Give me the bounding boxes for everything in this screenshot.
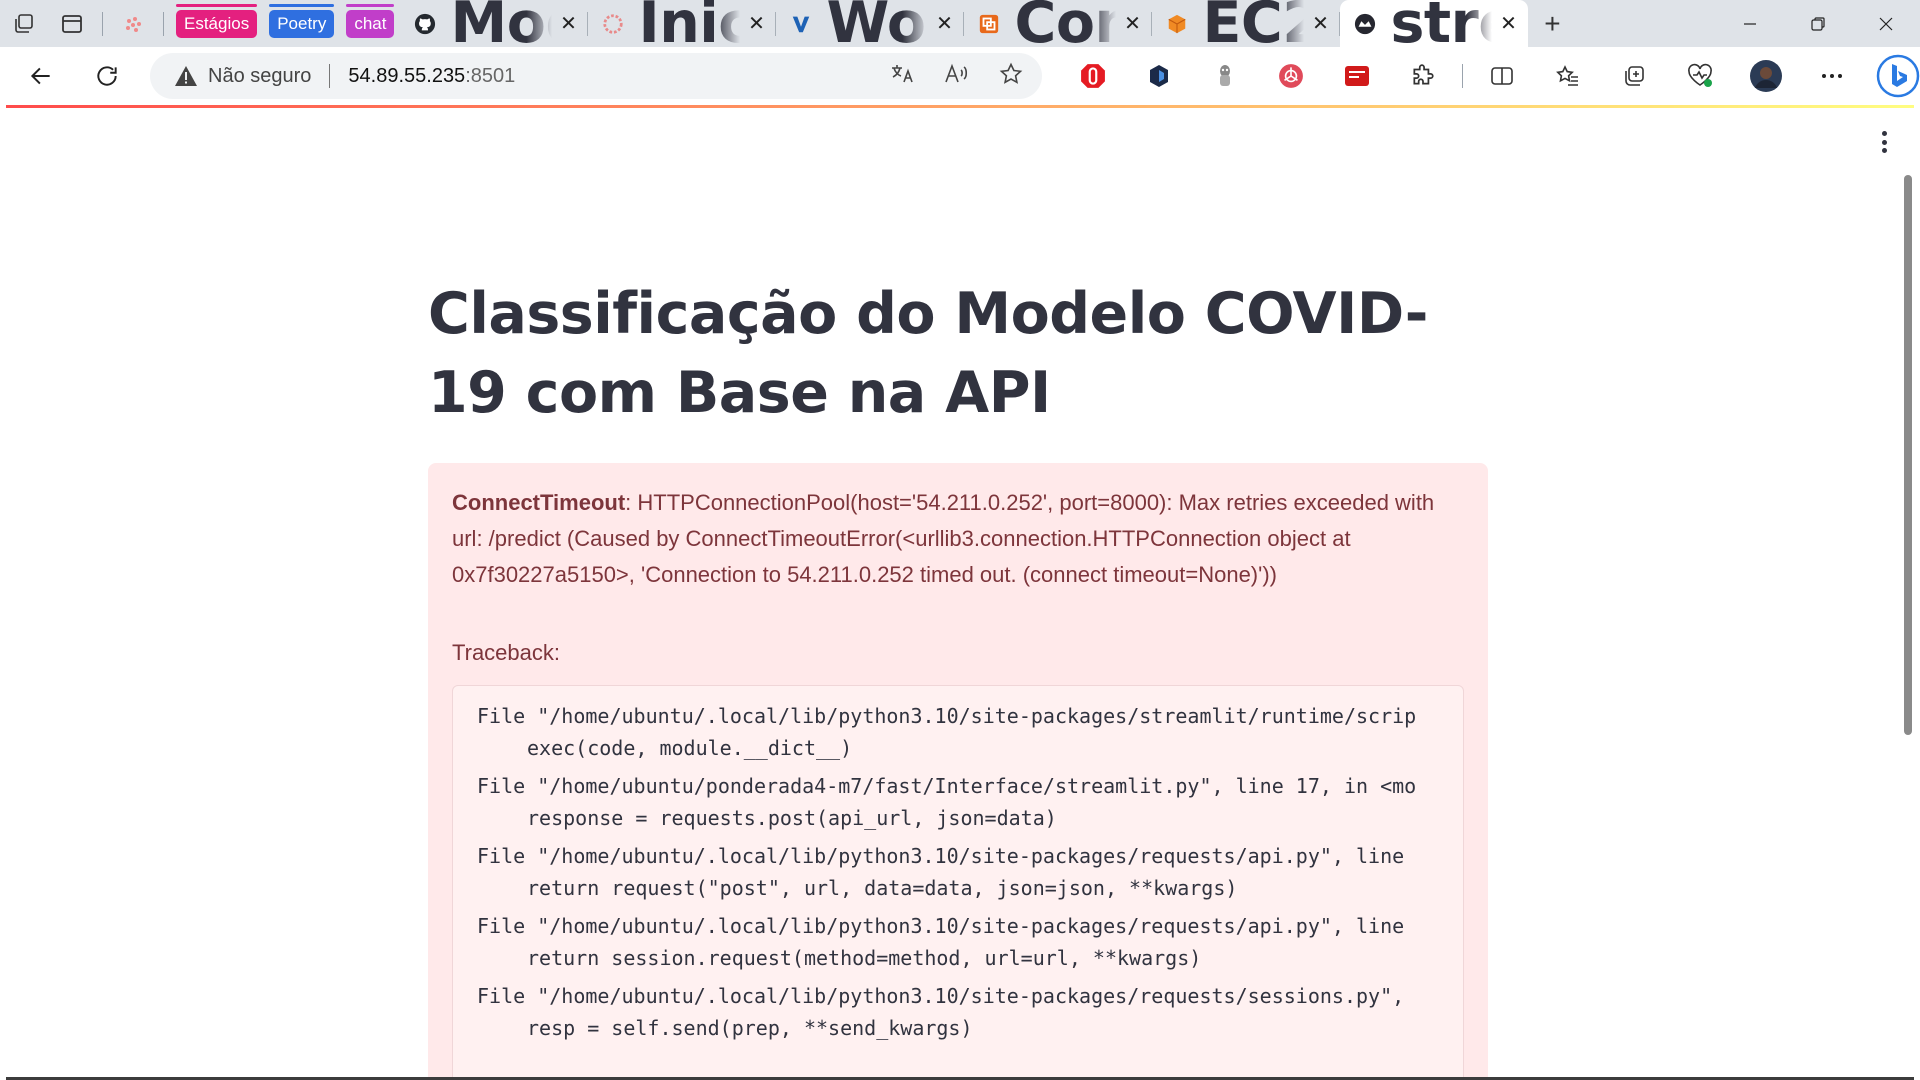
tab-group-label[interactable]: Poetry <box>269 9 335 38</box>
close-tab-icon[interactable]: ✕ <box>1310 13 1330 35</box>
security-status[interactable]: Não seguro <box>208 65 311 88</box>
bing-copilot-icon[interactable] <box>1865 47 1920 105</box>
address-bar[interactable]: Não seguro 54.89.55.235:8501 <box>150 53 1042 99</box>
translate-icon[interactable] <box>890 62 916 91</box>
frame-location: File "/home/ubuntu/.local/lib/python3.10… <box>477 844 1405 868</box>
minimize-icon[interactable] <box>1716 0 1784 47</box>
bitwarden-icon[interactable] <box>1126 47 1192 105</box>
workspaces-icon[interactable] <box>0 0 48 47</box>
url-port: :8501 <box>465 64 516 87</box>
adblock-icon[interactable] <box>1060 47 1126 105</box>
extension-figure-icon[interactable] <box>1192 47 1258 105</box>
traceback-frame: File "/home/ubuntu/.local/lib/python3.10… <box>477 980 1463 1044</box>
url-text[interactable]: 54.89.55.235:8501 <box>348 65 515 88</box>
tab-separator <box>102 11 103 36</box>
close-window-icon[interactable] <box>1852 0 1920 47</box>
main-menu-icon[interactable] <box>1874 127 1894 157</box>
page-viewport: Classificação do Modelo COVID-19 com Bas… <box>6 105 1914 1080</box>
tab-group-estagios[interactable]: Estágios <box>170 0 263 47</box>
close-tab-icon[interactable]: ✕ <box>558 13 578 35</box>
vocareum-icon <box>790 13 812 35</box>
reload-icon[interactable] <box>74 47 140 105</box>
tab-group-label[interactable]: Estágios <box>176 9 258 38</box>
frame-location: File "/home/ubuntu/.local/lib/python3.10… <box>477 984 1405 1008</box>
frame-source: return request("post", url, data=data, j… <box>527 876 1238 900</box>
streamlit-decoration-bar <box>6 105 1914 108</box>
browser-tab[interactable]: Iniciar os lat ✕ <box>588 0 777 56</box>
tab-separator <box>163 11 164 36</box>
openai-icon[interactable] <box>1258 47 1324 105</box>
close-tab-icon[interactable]: ✕ <box>934 13 954 35</box>
vertical-scrollbar[interactable] <box>1904 175 1912 735</box>
split-screen-icon[interactable] <box>1469 47 1535 105</box>
close-tab-icon[interactable]: ✕ <box>1122 13 1142 35</box>
browser-essentials-icon[interactable] <box>1667 47 1733 105</box>
toolbar-separator <box>1462 64 1463 88</box>
error-alert: ConnectTimeout: HTTPConnectionPool(host=… <box>428 463 1488 1080</box>
new-tab-button[interactable]: + <box>1528 0 1576 47</box>
frame-source: response = requests.post(api_url, json=d… <box>527 806 1057 830</box>
back-icon[interactable] <box>8 47 74 105</box>
more-options-icon[interactable] <box>1799 47 1865 105</box>
favorite-star-icon[interactable] <box>998 62 1024 91</box>
streamlit-icon <box>1354 13 1376 35</box>
scribe-icon[interactable] <box>1324 47 1390 105</box>
frame-source: resp = self.send(prep, **send_kwargs) <box>527 1016 973 1040</box>
main-content: Classificação do Modelo COVID-19 com Bas… <box>428 275 1488 1080</box>
browser-tab[interactable]: Modulo7/p ✕ <box>400 0 589 56</box>
restore-icon[interactable] <box>1784 0 1852 47</box>
traceback-frame: File "/home/ubuntu/ponderada4-m7/fast/In… <box>477 770 1463 834</box>
page-title: Classificação do Modelo COVID-19 com Bas… <box>428 281 1428 426</box>
frame-source: exec(code, module.__dict__) <box>527 736 853 760</box>
warning-icon[interactable] <box>174 65 198 87</box>
read-aloud-icon[interactable] <box>944 62 970 91</box>
tab-strip: Estágios Poetry chat Modulo7/p ✕ Iniciar… <box>0 0 1920 56</box>
tab-group-poetry[interactable]: Poetry <box>263 0 340 47</box>
error-message: ConnectTimeout: HTTPConnectionPool(host=… <box>452 485 1464 593</box>
extensions-puzzle-icon[interactable] <box>1390 47 1456 105</box>
traceback-code-block[interactable]: File "/home/ubuntu/.local/lib/python3.10… <box>452 685 1464 1080</box>
traceback-frame: File "/home/ubuntu/.local/lib/python3.10… <box>477 700 1463 764</box>
frame-source: return session.request(method=method, ur… <box>527 946 1202 970</box>
profile-avatar[interactable] <box>1733 47 1799 105</box>
aws-academy-icon <box>602 13 624 35</box>
tab-group-label[interactable]: chat <box>346 9 395 38</box>
aws-console-icon <box>978 13 1000 35</box>
frame-location: File "/home/ubuntu/ponderada4-m7/fast/In… <box>477 774 1417 798</box>
aws-ec2-icon <box>1166 13 1188 35</box>
traceback-label: Traceback: <box>452 640 561 665</box>
pinned-site-icon[interactable] <box>109 0 157 47</box>
browser-tab[interactable]: Workbench ✕ <box>776 0 965 56</box>
browser-tab[interactable]: Conectar-se ✕ <box>964 0 1153 56</box>
frame-location: File "/home/ubuntu/.local/lib/python3.10… <box>477 914 1405 938</box>
tab-group-chat[interactable]: chat <box>340 0 400 47</box>
tab-actions-icon[interactable] <box>48 0 96 47</box>
error-type: ConnectTimeout <box>452 490 626 515</box>
extensions-row <box>1060 47 1920 105</box>
browser-tab-active[interactable]: streamlit · S ✕ <box>1340 0 1529 56</box>
close-tab-icon[interactable]: ✕ <box>746 13 766 35</box>
window-controls <box>1716 0 1920 47</box>
collections-icon[interactable] <box>1601 47 1667 105</box>
github-icon <box>414 13 436 35</box>
favorites-icon[interactable] <box>1535 47 1601 105</box>
browser-toolbar: Não seguro 54.89.55.235:8501 <box>0 47 1920 105</box>
address-divider <box>329 64 331 88</box>
traceback-frame: File "/home/ubuntu/.local/lib/python3.10… <box>477 910 1463 974</box>
close-tab-icon[interactable]: ✕ <box>1498 13 1518 35</box>
url-host: 54.89.55.235 <box>348 64 466 87</box>
traceback-frame: File "/home/ubuntu/.local/lib/python3.10… <box>477 840 1463 904</box>
browser-tab[interactable]: EC2 Instance ✕ <box>1152 0 1341 56</box>
frame-location: File "/home/ubuntu/.local/lib/python3.10… <box>477 704 1417 728</box>
